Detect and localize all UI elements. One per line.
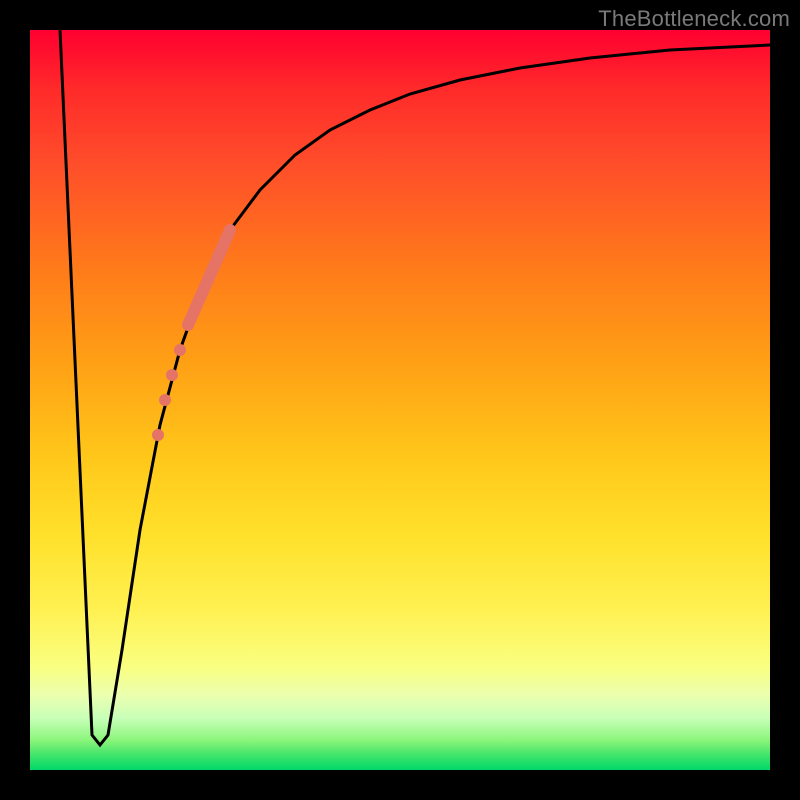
curve-svg: [30, 30, 770, 770]
dot-4: [152, 429, 164, 441]
highlight-segment: [188, 230, 230, 325]
watermark-label: TheBottleneck.com: [598, 6, 790, 32]
chart-frame: TheBottleneck.com: [0, 0, 800, 800]
dot-1: [174, 344, 186, 356]
bottleneck-curve: [60, 30, 770, 745]
plot-area: [30, 30, 770, 770]
dot-3: [159, 394, 171, 406]
dot-2: [166, 369, 178, 381]
